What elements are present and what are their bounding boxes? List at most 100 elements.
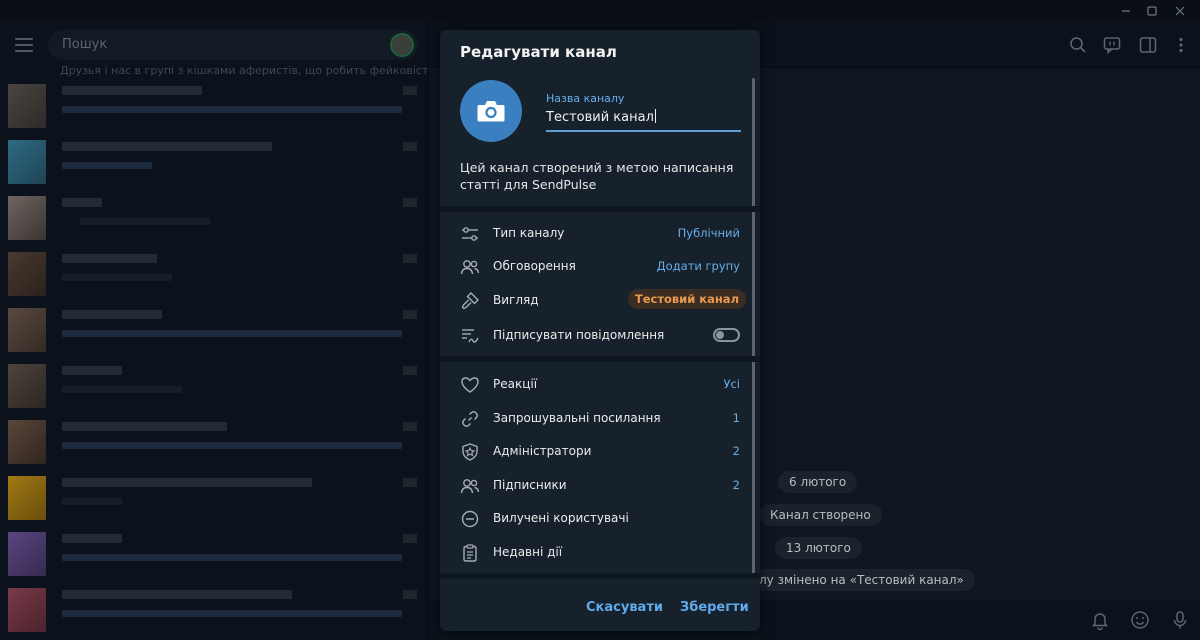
chat-list-item[interactable] <box>0 414 428 470</box>
subscribers-icon <box>460 479 480 494</box>
chat-list-item[interactable] <box>0 582 428 638</box>
chat-list-panel: Пошук Друзья і нас в групі з кішками афе… <box>0 22 429 640</box>
discussion-row[interactable]: Обговорення Додати групу <box>440 250 750 283</box>
chat-list-item[interactable] <box>0 526 428 582</box>
row-label: Недавні дії <box>493 545 563 559</box>
administrators-row[interactable]: Адміністратори 2 <box>440 435 750 468</box>
chat-message-blurred <box>62 442 402 449</box>
chat-name-blurred <box>62 366 122 375</box>
chat-time-blurred <box>403 478 417 487</box>
chat-bubble-icon[interactable] <box>1103 36 1121 54</box>
close-icon[interactable] <box>1160 0 1200 22</box>
edit-channel-dialog: Редагувати канал Назва каналу Тестовий к… <box>440 30 760 631</box>
chat-list-item[interactable] <box>0 470 428 526</box>
chat-name-blurred <box>62 422 227 431</box>
heart-icon <box>461 377 479 393</box>
chat-list-item[interactable] <box>0 134 428 190</box>
recent-actions-row[interactable]: Недавні дії <box>440 536 750 569</box>
user-avatar[interactable] <box>390 33 414 57</box>
toggle-knob <box>716 331 724 339</box>
service-message: Канал створено <box>759 504 882 526</box>
save-button[interactable]: Зберегти <box>680 600 749 615</box>
brush-icon <box>461 292 479 310</box>
microphone-icon[interactable] <box>1170 610 1190 630</box>
chat-message-blurred <box>62 386 182 393</box>
channel-type-row[interactable]: Тип каналу Публічний <box>440 217 750 250</box>
chat-message-blurred <box>80 218 210 225</box>
chat-message-blurred <box>62 106 402 113</box>
chat-message-blurred <box>62 330 402 337</box>
row-label: Запрошувальні посилання <box>493 411 661 425</box>
subscribers-row[interactable]: Підписники 2 <box>440 469 750 502</box>
chat-list-item[interactable] <box>0 78 428 134</box>
date-pill: 6 лютого <box>778 471 858 493</box>
invite-links-row[interactable]: Запрошувальні посилання 1 <box>440 402 750 435</box>
chat-time-blurred <box>403 590 417 599</box>
minus-circle-icon <box>461 510 479 528</box>
window-titlebar <box>0 0 1200 22</box>
chat-time-blurred <box>403 534 417 543</box>
link-icon <box>462 411 478 427</box>
sliders-icon <box>462 227 478 241</box>
emoji-icon[interactable] <box>1130 610 1150 630</box>
chat-time-blurred <box>403 86 417 95</box>
row-label: Вилучені користувачі <box>493 511 629 525</box>
dialog-title: Редагувати канал <box>460 43 617 61</box>
chat-time-blurred <box>403 198 417 207</box>
row-label: Тип каналу <box>493 226 565 240</box>
chat-time-blurred <box>403 142 417 151</box>
chat-avatar <box>8 420 46 464</box>
channel-name-label: Назва каналу <box>546 92 625 105</box>
chat-avatar <box>8 476 46 520</box>
text-caret <box>654 109 656 123</box>
chat-avatar <box>8 252 46 296</box>
cancel-button[interactable]: Скасувати <box>586 600 663 615</box>
chat-name-blurred <box>62 310 162 319</box>
row-label: Підписники <box>493 478 567 492</box>
search-icon[interactable] <box>1069 36 1087 54</box>
bell-icon[interactable] <box>1090 610 1110 630</box>
search-input[interactable]: Пошук <box>48 30 418 60</box>
chat-message-blurred <box>62 498 122 505</box>
chat-name-blurred <box>62 478 312 487</box>
channel-name-value: Тестовий канал <box>546 110 654 125</box>
chat-time-blurred <box>403 310 417 319</box>
search-placeholder: Пошук <box>62 37 108 52</box>
reactions-value: Усі <box>723 377 740 391</box>
chat-list-item[interactable] <box>0 302 428 358</box>
service-message: лу змінено на «Тестовий канал» <box>752 569 975 591</box>
chat-list-item[interactable] <box>0 190 428 246</box>
chat-avatar <box>8 140 46 184</box>
section-divider <box>440 356 760 362</box>
row-label: Підписувати повідомлення <box>493 328 665 342</box>
dialog-scrollbar[interactable] <box>752 78 755 578</box>
administrators-count: 2 <box>732 444 740 458</box>
signature-icon <box>462 329 479 343</box>
channel-name-input[interactable]: Тестовий канал <box>546 109 656 125</box>
chat-time-blurred <box>403 366 417 375</box>
sidebar-icon[interactable] <box>1139 36 1157 54</box>
more-vertical-icon[interactable] <box>1172 36 1190 54</box>
chat-list-item[interactable] <box>0 358 428 414</box>
chat-message-blurred <box>62 610 402 617</box>
discussion-icon <box>460 260 480 275</box>
row-label: Обговорення <box>493 259 576 273</box>
appearance-row[interactable]: Вигляд Тестовий канал <box>440 284 750 317</box>
menu-icon[interactable] <box>15 38 33 52</box>
subscribers-count: 2 <box>732 478 740 492</box>
clipboard-icon <box>463 544 477 562</box>
removed-users-row[interactable]: Вилучені користувачі <box>440 502 750 535</box>
chat-name-blurred <box>62 534 122 543</box>
appearance-chip: Тестовий канал <box>627 289 746 309</box>
chat-list-item[interactable] <box>0 246 428 302</box>
channel-description-input[interactable]: Цей канал створений з метою написання ст… <box>460 159 750 193</box>
sign-messages-row[interactable]: Підписувати повідомлення <box>440 319 750 352</box>
admin-shield-icon <box>462 443 478 461</box>
chat-message-blurred <box>62 554 402 561</box>
sign-messages-toggle[interactable] <box>713 328 740 342</box>
chat-name-blurred <box>62 198 102 207</box>
reactions-row[interactable]: Реакції Усі <box>440 368 750 401</box>
chat-avatar <box>8 196 46 240</box>
chat-avatar <box>8 84 46 128</box>
channel-photo-button[interactable] <box>460 80 522 142</box>
